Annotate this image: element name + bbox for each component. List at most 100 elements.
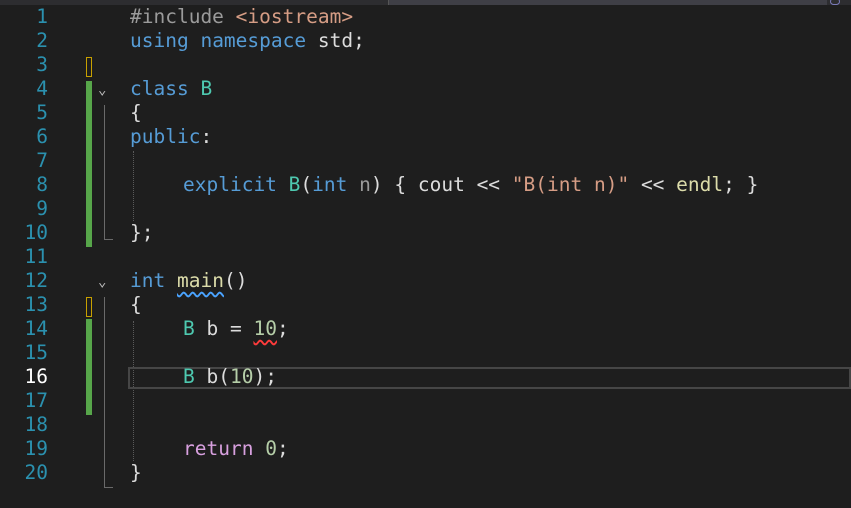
fold-guide-end [104, 487, 113, 488]
fold-guide-end [104, 239, 113, 240]
punctuation: ( [300, 173, 313, 196]
code-line-4[interactable]: class B [130, 77, 212, 101]
code-line-20[interactable]: } [130, 461, 142, 485]
line-1: 1 [0, 5, 851, 29]
line-number: 6 [36, 125, 48, 148]
line-number: 18 [24, 413, 48, 436]
code-line-5[interactable]: { [130, 101, 142, 125]
punctuation: () [223, 269, 248, 292]
line-7: 7 [0, 149, 851, 173]
code-line-16[interactable]: B b(10); [183, 365, 277, 389]
line-number: 4 [36, 77, 48, 100]
keyword: return [183, 437, 254, 460]
punctuation: ); [253, 365, 277, 388]
line-number: 10 [24, 221, 48, 244]
punctuation: ; [276, 317, 289, 340]
function-name: endl [676, 173, 724, 196]
type-name: B [288, 173, 301, 196]
brace: { [130, 101, 142, 124]
code-line-8[interactable]: explicit B(int n) { cout << "B(int n)" <… [183, 173, 758, 197]
identifier: b( [194, 365, 230, 388]
line-number: 5 [36, 101, 48, 124]
line-number: 12 [24, 269, 48, 292]
punctuation: : [200, 125, 213, 148]
keyword: namespace [200, 29, 307, 52]
line-3: 3 [0, 53, 851, 77]
line-number: 7 [36, 149, 48, 172]
line-10: 10 [0, 221, 851, 245]
line-15: 15 [0, 341, 851, 365]
identifier: b = [194, 317, 254, 340]
line-number: 17 [24, 389, 48, 412]
number-literal: 0 [265, 437, 277, 460]
keyword: using [130, 29, 189, 52]
line-13: 13 [0, 293, 851, 317]
line-6: 6 [0, 125, 851, 149]
fold-chevron-icon[interactable]: ⌄ [98, 83, 112, 97]
line-5: 5 [0, 101, 851, 125]
fold-guide [104, 105, 105, 239]
line-20: 20 [0, 461, 851, 485]
fold-chevron-icon[interactable]: ⌄ [98, 275, 112, 289]
punctuation: ; } [723, 173, 759, 196]
code-line-13[interactable]: { [130, 293, 142, 317]
indent-guide [133, 321, 134, 461]
line-number: 15 [24, 341, 48, 364]
code-line-2[interactable]: using namespace std; [130, 29, 365, 53]
line-18: 18 [0, 413, 851, 437]
punctuation: ) { cout << [370, 173, 512, 196]
saved-change-marker [86, 319, 92, 415]
line-number-current: 16 [24, 365, 48, 388]
line-12: 12 [0, 269, 851, 293]
line-11: 11 [0, 245, 851, 269]
error-squiggle-number: 10 [253, 317, 277, 340]
line-number: 11 [24, 245, 48, 268]
brace: }; [130, 221, 154, 244]
string-literal: "B(int n)" [511, 173, 630, 196]
line-number: 8 [36, 173, 48, 196]
line-2: 2 [0, 29, 851, 53]
keyword: explicit [183, 173, 277, 196]
parameter: n [359, 173, 371, 196]
type-name: B [183, 317, 195, 340]
fold-guide [104, 297, 105, 487]
keyword: int [130, 269, 166, 292]
line-17: 17 [0, 389, 851, 413]
keyword: public [130, 125, 201, 148]
unsaved-change-marker [86, 297, 92, 317]
punctuation: ; [276, 437, 289, 460]
number-literal: 10 [229, 365, 254, 388]
code-line-10[interactable]: }; [130, 221, 153, 245]
line-number: 14 [24, 317, 48, 340]
line-4: 4 [0, 77, 851, 101]
code-line-12[interactable]: int main() [130, 269, 247, 293]
unsaved-change-marker [86, 57, 92, 77]
identifier: std; [317, 29, 365, 52]
line-number: 1 [36, 5, 48, 28]
code-editor[interactable]: 1 2 3 4 5 6 7 8 9 10 11 12 13 14 15 16 1… [0, 5, 851, 508]
line-9: 9 [0, 197, 851, 221]
code-line-19[interactable]: return 0; [183, 437, 289, 461]
line-number: 9 [36, 197, 48, 220]
line-number: 3 [36, 53, 48, 76]
type-name: B [200, 77, 213, 100]
code-line-1[interactable]: #include <iostream> [130, 5, 353, 29]
brace: { [130, 293, 142, 316]
saved-change-marker [86, 81, 92, 247]
code-line-14[interactable]: B b = 10; [183, 317, 289, 341]
code-line-6[interactable]: public: [130, 125, 212, 149]
keyword: int [312, 173, 348, 196]
type-name: B [183, 365, 195, 388]
operator: << [629, 173, 677, 196]
preprocessor-directive: #include [130, 5, 224, 28]
include-header: <iostream> [235, 5, 354, 28]
line-number: 2 [36, 29, 48, 52]
line-number: 20 [24, 461, 48, 484]
keyword: class [130, 77, 189, 100]
indent-guide [133, 151, 134, 221]
brace: } [130, 461, 142, 484]
line-number: 13 [24, 293, 48, 316]
function-name: main [176, 269, 224, 292]
line-number: 19 [24, 437, 48, 460]
line-14: 14 [0, 317, 851, 341]
